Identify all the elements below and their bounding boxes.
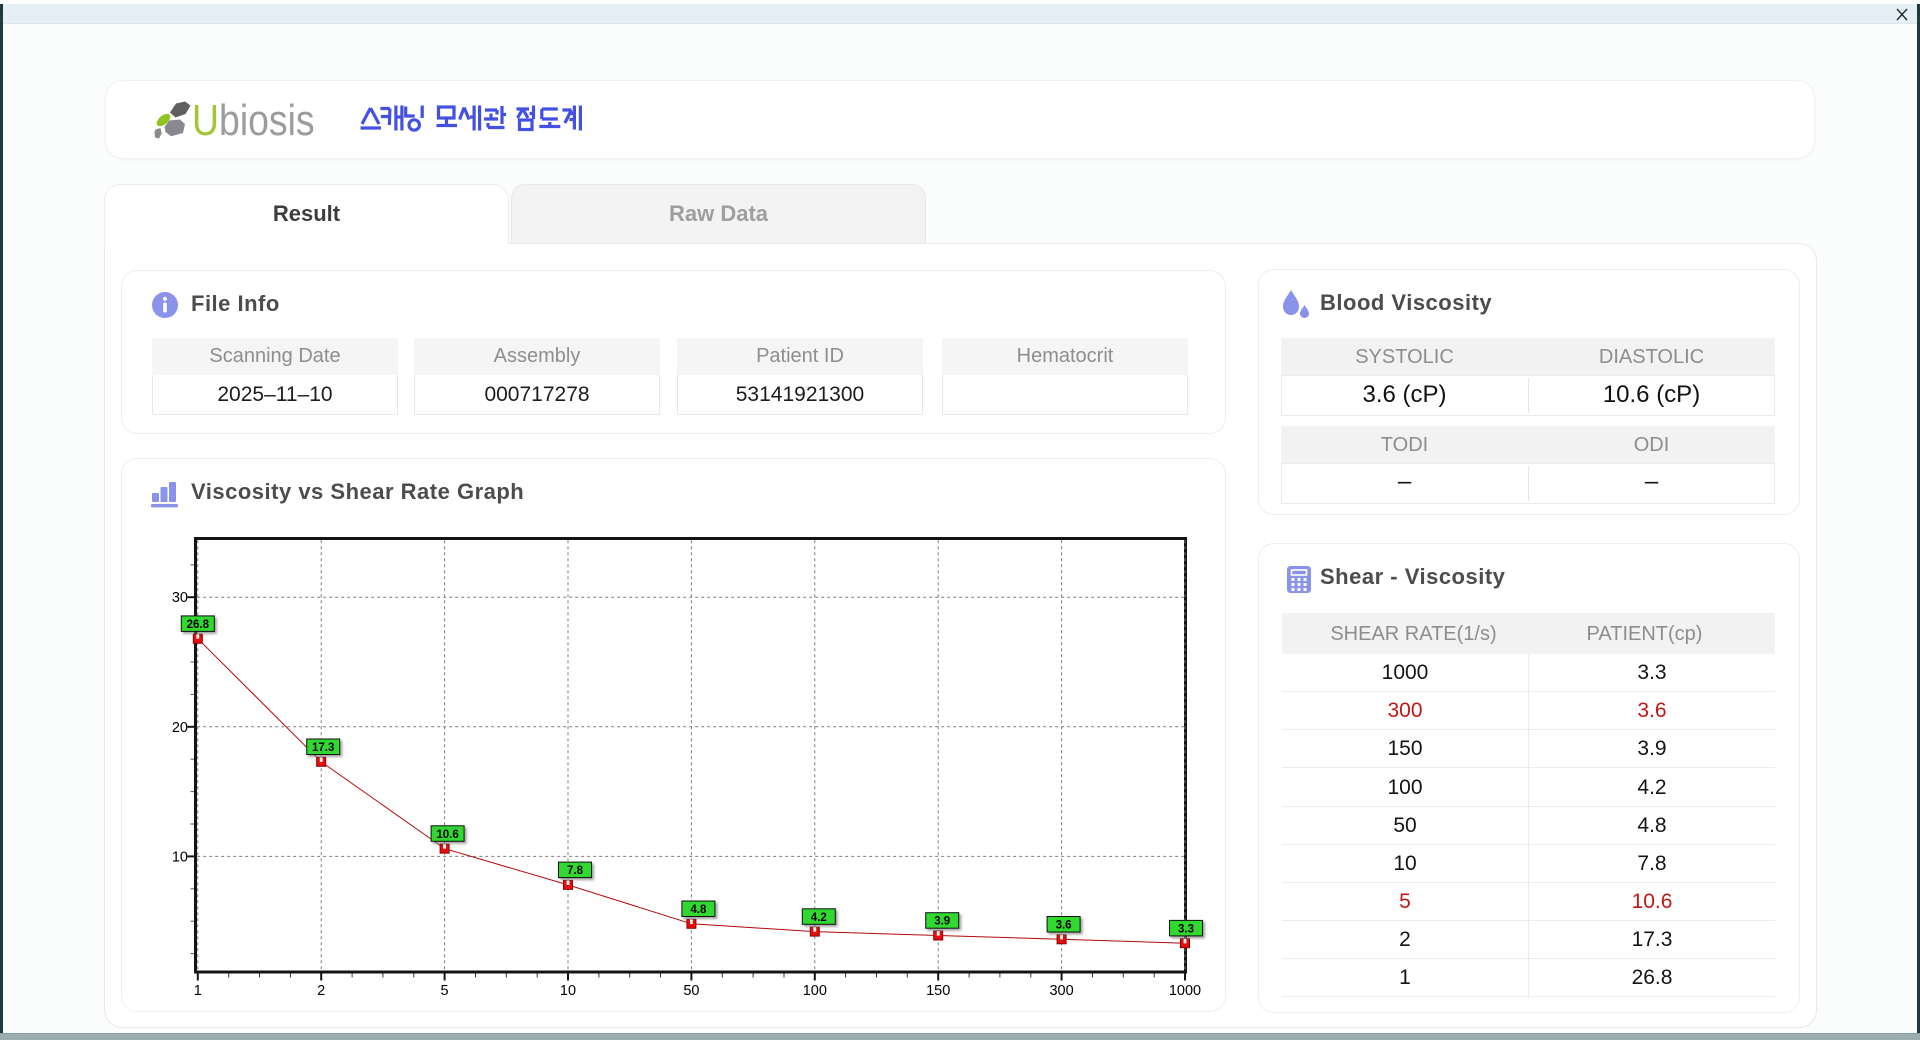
svg-text:1000: 1000 bbox=[1169, 983, 1201, 999]
svg-text:4.8: 4.8 bbox=[690, 904, 707, 916]
svg-text:3.3: 3.3 bbox=[1178, 923, 1194, 935]
svg-text:3.6: 3.6 bbox=[1056, 920, 1072, 932]
svg-text:3.9: 3.9 bbox=[934, 916, 950, 928]
svg-text:17.3: 17.3 bbox=[312, 742, 334, 754]
svg-text:150: 150 bbox=[926, 983, 950, 999]
svg-text:5: 5 bbox=[441, 983, 449, 999]
svg-text:10: 10 bbox=[560, 983, 576, 999]
svg-text:2: 2 bbox=[317, 983, 325, 999]
svg-text:10.6: 10.6 bbox=[436, 829, 458, 841]
svg-text:26.8: 26.8 bbox=[187, 619, 210, 631]
svg-text:300: 300 bbox=[1049, 983, 1073, 999]
svg-text:20: 20 bbox=[172, 720, 188, 736]
svg-text:30: 30 bbox=[172, 590, 188, 606]
svg-text:4.2: 4.2 bbox=[811, 912, 827, 924]
svg-text:10: 10 bbox=[172, 849, 188, 865]
svg-text:100: 100 bbox=[803, 983, 827, 999]
svg-text:50: 50 bbox=[683, 983, 699, 999]
svg-text:1: 1 bbox=[194, 983, 202, 999]
svg-text:7.8: 7.8 bbox=[567, 865, 584, 877]
